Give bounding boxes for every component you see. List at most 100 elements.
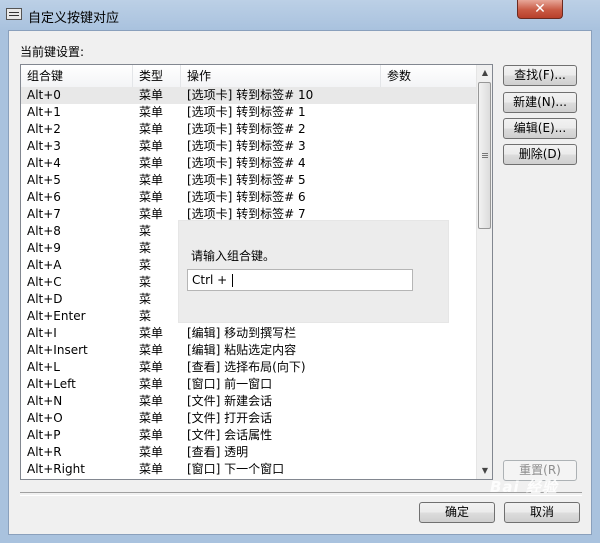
row-key: Alt+6: [27, 190, 61, 204]
row-key: Alt+A: [27, 258, 62, 272]
table-row[interactable]: Alt+P 菜单 [文件] 会话属性: [21, 427, 476, 444]
row-key: Alt+0: [27, 88, 61, 102]
popup-prompt: 请输入组合键。: [191, 249, 276, 263]
row-key: Alt+D: [27, 292, 63, 306]
table-row[interactable]: Alt+2 菜单 [选项卡] 转到标签# 2: [21, 121, 476, 138]
close-button[interactable]: ✕: [517, 0, 563, 19]
row-type: 菜单: [139, 105, 164, 119]
key-combo-value: Ctrl +: [192, 273, 232, 287]
row-key: Alt+1: [27, 105, 61, 119]
row-type: 菜单: [139, 428, 164, 442]
column-header-type[interactable]: 类型: [133, 65, 181, 87]
keyboard-icon: [6, 8, 22, 20]
table-row[interactable]: Alt+Left 菜单 [窗口] 前一窗口: [21, 376, 476, 393]
row-action: [文件] 会话属性: [187, 428, 273, 442]
row-key: Alt+L: [27, 360, 60, 374]
row-key: Alt+Left: [27, 377, 76, 391]
table-row[interactable]: Alt+N 菜单 [文件] 新建会话: [21, 393, 476, 410]
row-type: 菜单: [139, 394, 164, 408]
vertical-scrollbar[interactable]: ▲ ▼: [476, 65, 492, 479]
row-key: Alt+Insert: [27, 343, 88, 357]
row-type: 菜单: [139, 122, 164, 136]
row-action: [编辑] 移动到撰写栏: [187, 326, 297, 340]
window-title: 自定义按键对应: [28, 11, 120, 26]
row-action: [查看] 透明: [187, 445, 249, 459]
table-row[interactable]: Alt+O 菜单 [文件] 打开会话: [21, 410, 476, 427]
row-action: [文件] 打开会话: [187, 411, 273, 425]
list-header: 组合键 类型 操作 参数: [21, 65, 476, 88]
column-header-action[interactable]: 操作: [181, 65, 381, 87]
row-type: 菜单: [139, 445, 164, 459]
row-key: Alt+N: [27, 394, 63, 408]
cancel-button[interactable]: 取消: [504, 502, 580, 523]
row-key: Alt+2: [27, 122, 61, 136]
row-type: 菜: [139, 258, 152, 272]
column-header-key[interactable]: 组合键: [21, 65, 133, 87]
row-action: [窗口] 下一个窗口: [187, 462, 285, 476]
scroll-up-icon[interactable]: ▲: [477, 65, 492, 81]
row-type: 菜: [139, 224, 152, 238]
row-type: 菜: [139, 292, 152, 306]
row-type: 菜单: [139, 190, 164, 204]
row-type: 菜: [139, 241, 152, 255]
row-key: Alt+8: [27, 224, 61, 238]
table-row[interactable]: Alt+4 菜单 [选项卡] 转到标签# 4: [21, 155, 476, 172]
row-action: [选项卡] 转到标签# 5: [187, 173, 306, 187]
row-action: [编辑] 粘贴选定内容: [187, 343, 297, 357]
table-row[interactable]: Alt+Insert 菜单 [编辑] 粘贴选定内容: [21, 342, 476, 359]
scroll-thumb[interactable]: [478, 82, 491, 229]
row-type: 菜单: [139, 207, 164, 221]
key-input-popup: 请输入组合键。 Ctrl +: [178, 220, 449, 323]
row-key: Alt+7: [27, 207, 61, 221]
row-type: 菜单: [139, 360, 164, 374]
table-row[interactable]: Alt+6 菜单 [选项卡] 转到标签# 6: [21, 189, 476, 206]
row-action: [选项卡] 转到标签# 1: [187, 105, 306, 119]
row-type: 菜: [139, 275, 152, 289]
row-action: [选项卡] 转到标签# 10: [187, 88, 314, 102]
row-type: 菜单: [139, 88, 164, 102]
row-key: Alt+4: [27, 156, 61, 170]
row-type: 菜单: [139, 139, 164, 153]
column-header-params[interactable]: 参数: [381, 65, 476, 87]
row-type: 菜: [139, 309, 152, 323]
row-key: Alt+3: [27, 139, 61, 153]
row-key: Alt+P: [27, 428, 61, 442]
row-type: 菜单: [139, 156, 164, 170]
row-key: Alt+9: [27, 241, 61, 255]
table-row[interactable]: Alt+I 菜单 [编辑] 移动到撰写栏: [21, 325, 476, 342]
delete-button[interactable]: 删除(D): [503, 144, 577, 165]
text-caret: [232, 274, 234, 287]
current-settings-label: 当前键设置:: [20, 45, 85, 59]
watermark: Bai 经验: [490, 478, 558, 496]
row-key: Alt+C: [27, 275, 62, 289]
table-row[interactable]: Alt+5 菜单 [选项卡] 转到标签# 5: [21, 172, 476, 189]
title-bar: 自定义按键对应 ✕: [0, 0, 600, 30]
row-action: [窗口] 前一窗口: [187, 377, 273, 391]
ok-button[interactable]: 确定: [419, 502, 495, 523]
new-button[interactable]: 新建(N)...: [503, 92, 577, 113]
edit-button[interactable]: 编辑(E)...: [503, 118, 577, 139]
row-type: 菜单: [139, 377, 164, 391]
key-combo-input[interactable]: Ctrl +: [187, 269, 413, 291]
row-type: 菜单: [139, 326, 164, 340]
row-key: Alt+I: [27, 326, 57, 340]
dialog-window: 自定义按键对应 ✕ 当前键设置: 组合键 类型 操作 参数 Alt+0 菜单 [选项…: [0, 0, 600, 543]
table-row[interactable]: Alt+R 菜单 [查看] 透明: [21, 444, 476, 461]
row-action: [选项卡] 转到标签# 6: [187, 190, 306, 204]
table-row[interactable]: Alt+1 菜单 [选项卡] 转到标签# 1: [21, 104, 476, 121]
table-row[interactable]: Alt+0 菜单 [选项卡] 转到标签# 10: [21, 87, 476, 104]
row-key: Alt+O: [27, 411, 63, 425]
row-action: [选项卡] 转到标签# 3: [187, 139, 306, 153]
row-action: [查看] 选择布局(向下): [187, 360, 306, 374]
row-key: Alt+5: [27, 173, 61, 187]
row-type: 菜单: [139, 173, 164, 187]
row-key: Alt+Right: [27, 462, 85, 476]
find-button[interactable]: 查找(F)...: [503, 65, 577, 86]
row-type: 菜单: [139, 343, 164, 357]
table-row[interactable]: Alt+3 菜单 [选项卡] 转到标签# 3: [21, 138, 476, 155]
table-row[interactable]: Alt+L 菜单 [查看] 选择布局(向下): [21, 359, 476, 376]
row-key: Alt+R: [27, 445, 62, 459]
row-action: [文件] 新建会话: [187, 394, 273, 408]
table-row[interactable]: Alt+Right 菜单 [窗口] 下一个窗口: [21, 461, 476, 478]
row-type: 菜单: [139, 411, 164, 425]
